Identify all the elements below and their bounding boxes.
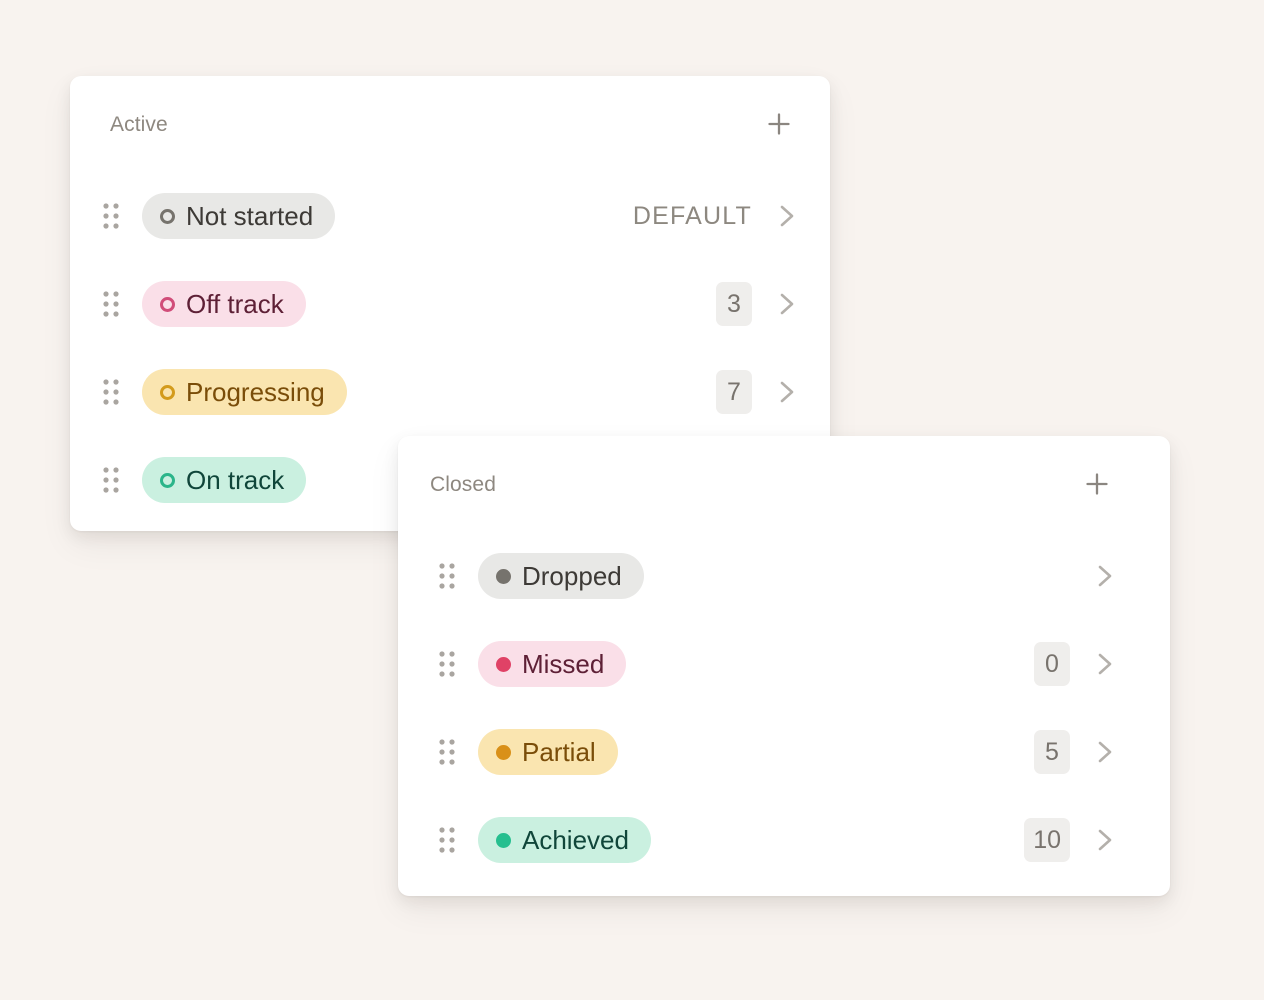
status-row-drag-handle[interactable] xyxy=(96,283,128,325)
status-row-main: Not started xyxy=(128,193,633,239)
status-pill-label: Dropped xyxy=(522,561,622,591)
status-count-badge: 3 xyxy=(716,282,752,326)
card-title-closed: Closed xyxy=(430,472,496,496)
status-row-drag-handle[interactable] xyxy=(432,643,464,685)
status-pill-label: Missed xyxy=(522,649,605,679)
status-row-drag-handle[interactable] xyxy=(432,731,464,773)
status-pill-label: Partial xyxy=(522,737,596,767)
status-row-meta: 10 xyxy=(1024,818,1118,862)
status-ring-icon xyxy=(160,384,175,400)
status-row-drag-handle[interactable] xyxy=(432,819,464,861)
status-row-main: Off track xyxy=(128,281,716,327)
status-pill[interactable]: Not started xyxy=(142,193,336,239)
page-canvas: Active Not started DEFAULT Off track 3 Progr… xyxy=(0,0,1264,1000)
status-pill[interactable]: Missed xyxy=(478,641,627,687)
status-row-meta: DEFAULT xyxy=(633,194,800,238)
chevron-right-icon[interactable] xyxy=(774,282,800,326)
add-status-button-active[interactable] xyxy=(758,103,800,145)
chevron-right-icon[interactable] xyxy=(1092,730,1118,774)
drag-handle-icon xyxy=(102,465,122,495)
status-pill-label: Progressing xyxy=(186,377,325,407)
chevron-right-icon[interactable] xyxy=(774,194,800,238)
status-count-badge: 5 xyxy=(1034,730,1070,774)
chevron-right-icon[interactable] xyxy=(1092,554,1118,598)
add-status-button-closed[interactable] xyxy=(1076,463,1118,505)
status-count-badge: 7 xyxy=(716,370,752,414)
status-pill-label: Achieved xyxy=(522,825,629,855)
status-row-meta: 7 xyxy=(716,370,800,414)
drag-handle-icon xyxy=(438,649,458,679)
drag-handle-icon xyxy=(102,377,122,407)
status-row-drag-handle[interactable] xyxy=(96,195,128,237)
chevron-right-icon[interactable] xyxy=(1092,818,1118,862)
plus-icon xyxy=(1082,469,1112,499)
status-pill[interactable]: Dropped xyxy=(478,553,644,599)
status-pill-label: Off track xyxy=(186,289,284,319)
status-row-meta: 3 xyxy=(716,282,800,326)
status-dot-icon xyxy=(496,832,511,848)
drag-handle-icon xyxy=(102,289,122,319)
chevron-right-icon[interactable] xyxy=(1092,642,1118,686)
status-dot-icon xyxy=(496,744,511,760)
status-ring-icon xyxy=(160,296,175,312)
drag-handle-icon xyxy=(102,201,122,231)
default-status-tag: DEFAULT xyxy=(632,201,752,230)
status-list-closed: Dropped Missed 0 Partial 5 Achieved 10 xyxy=(398,532,1170,884)
status-count-badge: 0 xyxy=(1034,642,1070,686)
card-header-closed: Closed xyxy=(398,436,1170,532)
status-row-main: Achieved xyxy=(464,817,1024,863)
status-row[interactable]: Partial 5 xyxy=(398,708,1170,796)
drag-handle-icon xyxy=(438,737,458,767)
status-row-main: Progressing xyxy=(128,369,716,415)
chevron-right-icon[interactable] xyxy=(774,370,800,414)
card-header-active: Active xyxy=(70,76,830,172)
card-title-active: Active xyxy=(110,112,168,136)
status-pill[interactable]: Progressing xyxy=(142,369,347,415)
drag-handle-icon xyxy=(438,825,458,855)
status-row-drag-handle[interactable] xyxy=(96,459,128,501)
status-ring-icon xyxy=(160,208,175,224)
status-row-drag-handle[interactable] xyxy=(96,371,128,413)
status-pill[interactable]: Achieved xyxy=(478,817,651,863)
status-count-placeholder xyxy=(1034,554,1070,598)
status-group-card-closed: Closed Dropped Missed 0 Partial 5 Achieved 10 xyxy=(398,436,1170,896)
status-pill[interactable]: Partial xyxy=(478,729,618,775)
drag-handle-icon xyxy=(438,561,458,591)
status-row-drag-handle[interactable] xyxy=(432,555,464,597)
status-ring-icon xyxy=(160,472,175,488)
status-dot-icon xyxy=(496,568,511,584)
status-row[interactable]: Dropped xyxy=(398,532,1170,620)
status-row-main: Missed xyxy=(464,641,1034,687)
status-row[interactable]: Achieved 10 xyxy=(398,796,1170,884)
status-row[interactable]: Missed 0 xyxy=(398,620,1170,708)
status-pill[interactable]: Off track xyxy=(142,281,306,327)
status-row-meta: 5 xyxy=(1034,730,1118,774)
status-pill-label: Not started xyxy=(186,201,314,231)
status-row-main: Partial xyxy=(464,729,1034,775)
status-dot-icon xyxy=(496,656,511,672)
status-pill-label: On track xyxy=(186,465,285,495)
status-count-badge: 10 xyxy=(1024,818,1070,862)
status-pill[interactable]: On track xyxy=(142,457,307,503)
status-row[interactable]: Off track 3 xyxy=(70,260,830,348)
status-row[interactable]: Not started DEFAULT xyxy=(70,172,830,260)
status-row-main: Dropped xyxy=(464,553,1034,599)
status-row-meta xyxy=(1034,554,1118,598)
status-row-meta: 0 xyxy=(1034,642,1118,686)
status-row[interactable]: Progressing 7 xyxy=(70,348,830,436)
plus-icon xyxy=(764,109,794,139)
